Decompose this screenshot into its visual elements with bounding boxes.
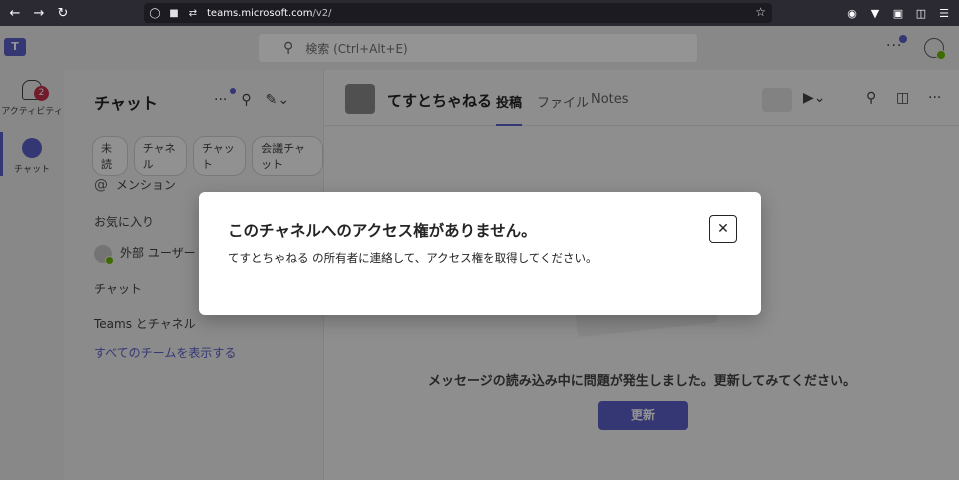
- url-text[interactable]: teams.microsoft.com/v2/: [207, 8, 332, 19]
- download-icon[interactable]: ▼: [866, 4, 884, 22]
- browser-extension-icons: ◉ ▼ ▣ ◫ ☰: [843, 4, 953, 22]
- address-bar[interactable]: ◯ ■ ⇄ teams.microsoft.com/v2/ ☆: [144, 3, 772, 23]
- reload-icon[interactable]: ↻: [54, 4, 72, 22]
- access-denied-dialog: このチャネルへのアクセス権がありません。 てすとちゃねる の所有者に連絡して、ア…: [199, 192, 761, 315]
- sidebar-icon[interactable]: ◫: [912, 4, 930, 22]
- bookmark-star-icon[interactable]: ☆: [755, 5, 766, 19]
- url-host: teams.microsoft.com: [207, 7, 313, 19]
- menu-icon[interactable]: ☰: [935, 4, 953, 22]
- browser-toolbar: ← → ↻ ◯ ■ ⇄ teams.microsoft.com/v2/ ☆ ◉ …: [0, 0, 959, 26]
- pocket-icon[interactable]: ◉: [843, 4, 861, 22]
- extensions-icon[interactable]: ▣: [889, 4, 907, 22]
- forward-icon[interactable]: →: [30, 4, 48, 22]
- shield-icon[interactable]: ◯: [147, 5, 163, 21]
- dialog-body: てすとちゃねる の所有者に連絡して、アクセス権を取得してください。: [228, 251, 598, 265]
- url-path: /v2/: [312, 7, 332, 19]
- lock-icon[interactable]: ■: [166, 5, 182, 21]
- dialog-title: このチャネルへのアクセス権がありません。: [228, 222, 537, 240]
- permissions-icon[interactable]: ⇄: [185, 5, 201, 21]
- close-icon: ✕: [717, 221, 729, 237]
- close-button[interactable]: ✕: [709, 215, 737, 243]
- back-icon[interactable]: ←: [6, 4, 24, 22]
